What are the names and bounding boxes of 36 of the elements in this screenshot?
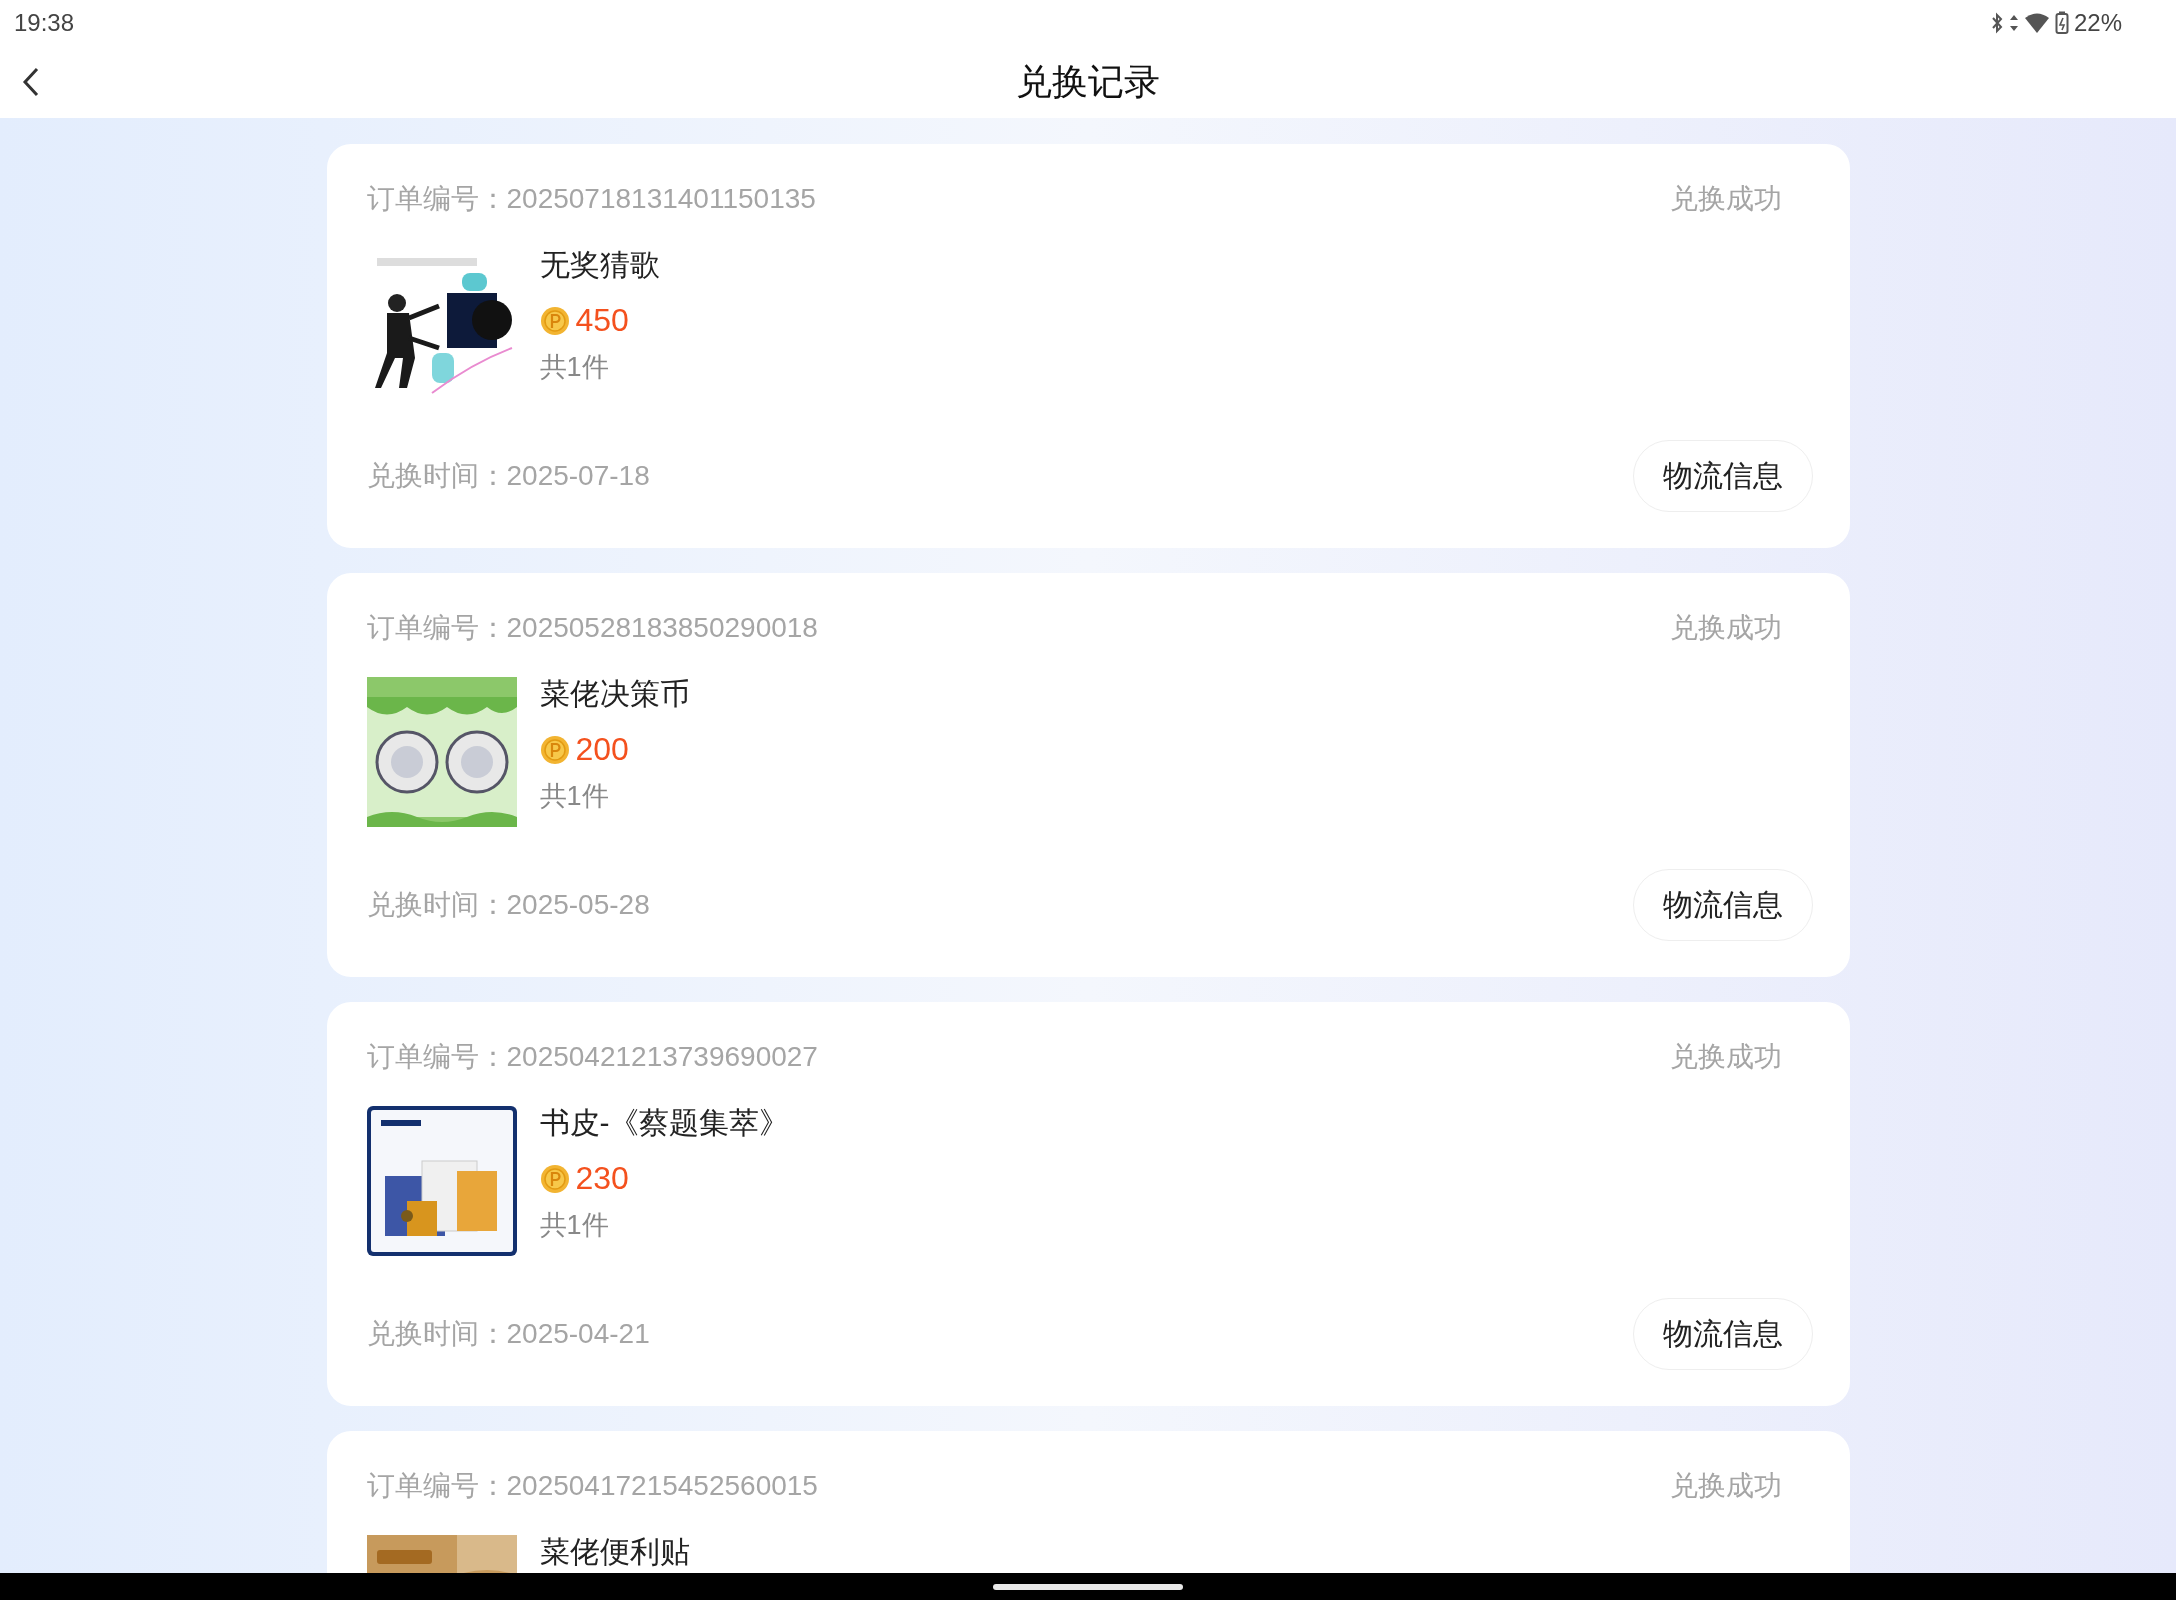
- coin-icon: [539, 305, 570, 336]
- product-price: 200: [575, 731, 629, 768]
- logistics-button[interactable]: 物流信息: [1632, 440, 1813, 512]
- order-number: 订单编号：20250421213739690027: [366, 1040, 818, 1074]
- exchange-time: 兑换时间：2025-05-28: [366, 888, 650, 922]
- order-number: 订单编号：20250718131401150135: [366, 182, 816, 216]
- product-title: 无奖猜歌: [539, 248, 660, 282]
- product-price: 450: [575, 302, 629, 339]
- coin-icon: [539, 1163, 570, 1194]
- bluetooth-icon: [1989, 12, 2004, 34]
- order-status: 兑换成功: [1669, 611, 1783, 645]
- logistics-button[interactable]: 物流信息: [1632, 1298, 1813, 1370]
- clock-time: 19:38: [14, 9, 75, 37]
- product-title: 菜佬便利贴: [539, 1535, 690, 1569]
- product-price: 230: [575, 1160, 629, 1197]
- item-count: 共1件: [539, 1209, 610, 1242]
- back-button[interactable]: [22, 66, 40, 98]
- coin-icon: [539, 734, 570, 765]
- battery-level: 22%: [2073, 9, 2122, 37]
- exchange-time: 兑换时间：2025-04-21: [366, 1317, 650, 1351]
- battery-icon: [2054, 11, 2069, 35]
- order-number: 订单编号：20250417215452560015: [366, 1469, 818, 1503]
- page-title: 兑换记录: [1016, 59, 1160, 104]
- logistics-button[interactable]: 物流信息: [1632, 869, 1813, 941]
- product-title: 书皮-《蔡题集萃》: [539, 1106, 790, 1140]
- home-indicator[interactable]: [993, 1583, 1183, 1590]
- order-status: 兑换成功: [1669, 182, 1783, 216]
- exchange-time: 兑换时间：2025-07-18: [366, 459, 650, 493]
- order-number: 订单编号：20250528183850290018: [366, 611, 818, 645]
- product-title: 菜佬决策币: [539, 677, 690, 711]
- order-status: 兑换成功: [1669, 1469, 1783, 1503]
- item-count: 共1件: [539, 780, 610, 813]
- item-count: 共1件: [539, 351, 610, 384]
- back-icon: [22, 66, 40, 98]
- order-status: 兑换成功: [1669, 1040, 1783, 1074]
- wifi-icon: [2023, 12, 2050, 34]
